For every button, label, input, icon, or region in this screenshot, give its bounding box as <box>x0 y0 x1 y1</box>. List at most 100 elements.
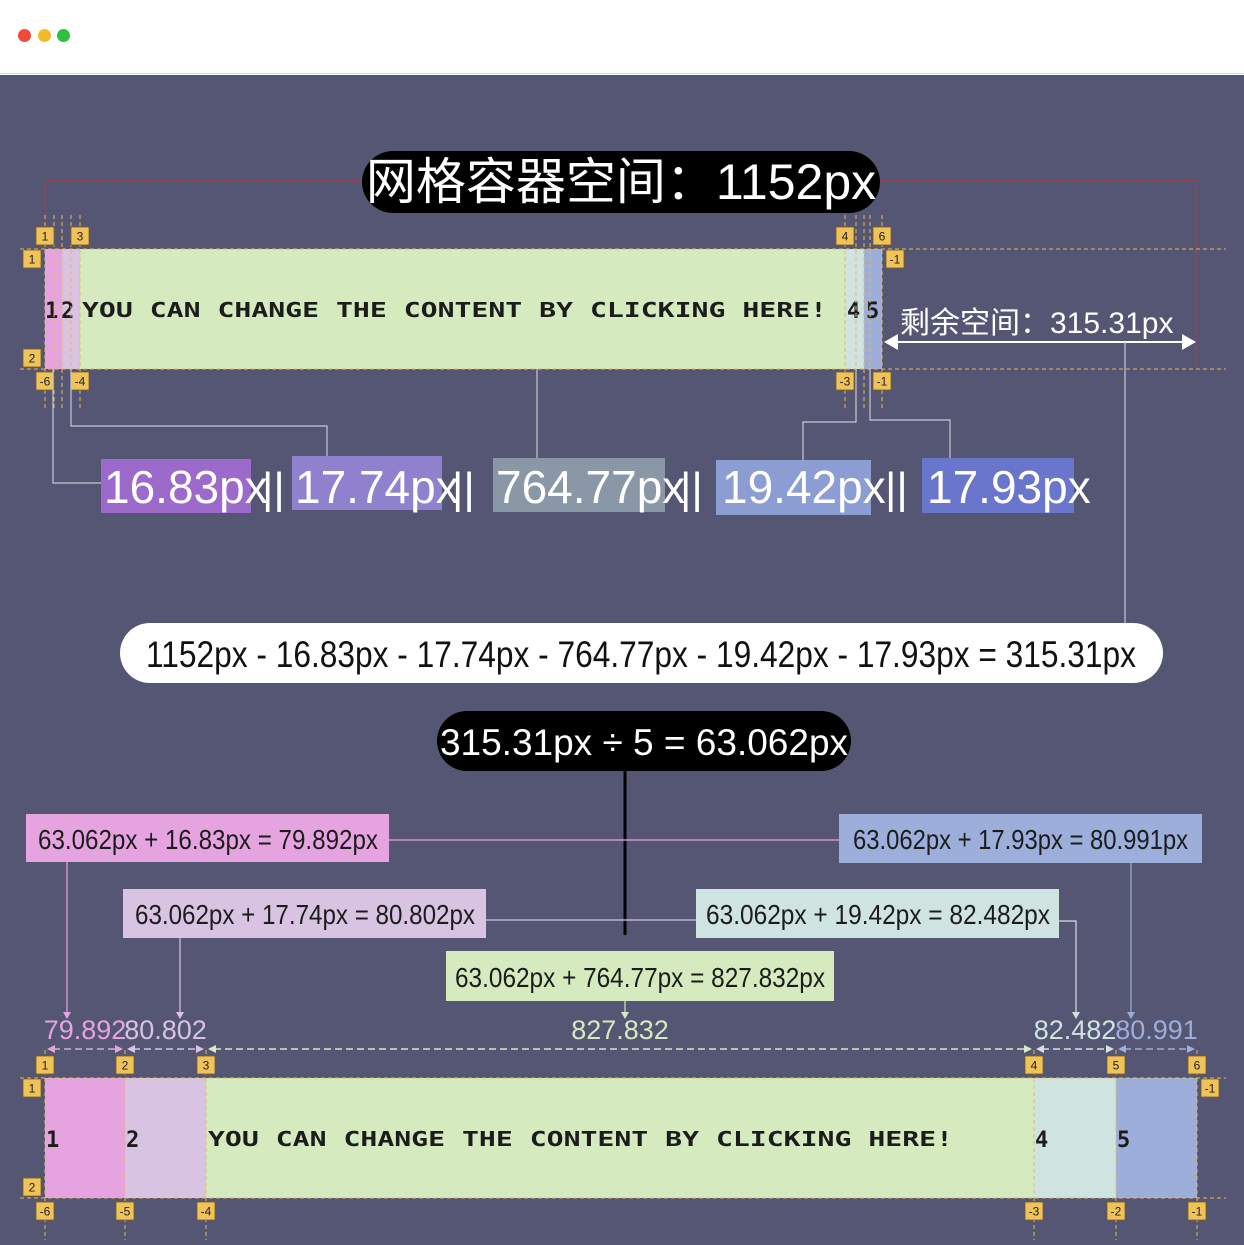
sum-label-3: 63.062px + 764.77px = 827.832px <box>455 962 825 993</box>
bottom-col-line-3: 3 <box>196 1055 216 1075</box>
bottom-col-line-neg-5: -5 <box>115 1201 135 1221</box>
svg-text:2: 2 <box>122 1059 129 1073</box>
title-text: 网格容器空间：1152px <box>366 154 876 210</box>
bottom-col-line-6: 6 <box>1187 1055 1207 1075</box>
sum-label-1: 63.062px + 16.83px = 79.892px <box>38 824 378 855</box>
top-cell-2-text: 2 <box>61 299 74 324</box>
svg-text:-3: -3 <box>840 375 851 389</box>
close-button[interactable] <box>18 29 31 42</box>
svg-text:-1: -1 <box>877 375 888 389</box>
separator-4: || <box>885 464 908 513</box>
top-cell-1-text: 1 <box>45 299 58 324</box>
width-label-5: 80.991 <box>1115 1015 1198 1045</box>
minimize-button[interactable] <box>38 29 51 42</box>
size-label-5: 17.93px <box>927 461 1091 513</box>
svg-text:3: 3 <box>77 230 84 244</box>
separator-2: || <box>452 464 475 513</box>
division-text: 315.31px ÷ 5 = 63.062px <box>440 722 849 763</box>
bottom-row-line-neg1: -1 <box>1200 1078 1220 1098</box>
svg-text:-6: -6 <box>40 1205 51 1219</box>
svg-text:-1: -1 <box>1205 1082 1216 1096</box>
bottom-grid[interactable]: 1 2 YOU CAN CHANGE THE CONTENT BY CLICKI… <box>45 1078 1197 1198</box>
separator-3: || <box>680 464 703 513</box>
svg-text:4: 4 <box>1031 1059 1038 1073</box>
svg-text:6: 6 <box>1194 1059 1201 1073</box>
svg-text:3: 3 <box>203 1059 210 1073</box>
svg-text:-3: -3 <box>1029 1205 1040 1219</box>
sum-labels: 63.062px + 16.83px = 79.892px 63.062px +… <box>26 814 1202 1001</box>
svg-text:1: 1 <box>42 230 49 244</box>
svg-text:4: 4 <box>842 230 849 244</box>
remaining-text: 剩余空间：315.31px <box>900 307 1173 340</box>
sum-label-4: 63.062px + 19.42px = 82.482px <box>706 899 1050 930</box>
bottom-cell-2-text: 2 <box>126 1128 139 1153</box>
top-row-line-2: 2 <box>22 348 42 368</box>
size-label-3: 764.77px <box>496 461 685 513</box>
top-col-line-neg-1: -1 <box>872 371 892 391</box>
bottom-col-line-neg-1: -1 <box>1187 1201 1207 1221</box>
bottom-row-line-2: 2 <box>22 1177 42 1197</box>
bottom-col-line-neg-3: -3 <box>1024 1201 1044 1221</box>
size-label-1: 16.83px <box>104 461 268 513</box>
width-dimension-1: 79.892 <box>44 1015 127 1053</box>
top-col-line-1: 1 <box>35 226 55 246</box>
top-col-line-6: 6 <box>872 226 892 246</box>
bottom-col-line-neg-6: -6 <box>35 1201 55 1221</box>
formula-text: 1152px - 16.83px - 17.74px - 764.77px - … <box>146 634 1136 675</box>
top-grid[interactable]: 1 2 YOU CAN CHANGE THE CONTENT BY CLICKI… <box>45 249 882 369</box>
bottom-col-line-4: 4 <box>1024 1055 1044 1075</box>
top-row-line-1: 1 <box>22 249 42 269</box>
svg-text:1: 1 <box>29 253 36 267</box>
width-dimension-2: 80.802 <box>124 1015 207 1053</box>
top-cell-main-text[interactable]: YOU CAN CHANGE THE CONTENT BY CLICKING H… <box>82 298 827 322</box>
top-col-line-4: 4 <box>835 226 855 246</box>
svg-text:-5: -5 <box>120 1205 131 1219</box>
maximize-button[interactable] <box>57 29 70 42</box>
top-cell-4-text: 4 <box>847 299 860 324</box>
width-label-2: 80.802 <box>124 1015 207 1045</box>
top-col-line-3: 3 <box>70 226 90 246</box>
bottom-row-line-1: 1 <box>22 1078 42 1098</box>
bottom-col-line-neg-2: -2 <box>1106 1201 1126 1221</box>
diagram-canvas: 网格容器空间：1152px 1 2 YOU CAN CHANGE THE CON… <box>0 75 1244 1245</box>
width-dimensions: 79.89280.802 827.832 82.48280.991 <box>44 1015 1198 1053</box>
svg-text:-4: -4 <box>201 1205 212 1219</box>
width-dimension-3: 827.832 <box>208 1015 1032 1053</box>
bottom-col-line-2: 2 <box>115 1055 135 1075</box>
svg-text:-6: -6 <box>40 375 51 389</box>
top-row-line-neg1: -1 <box>885 249 905 269</box>
size-label-4: 19.42px <box>722 461 886 513</box>
svg-text:2: 2 <box>29 352 36 366</box>
bottom-col-line-5: 5 <box>1106 1055 1126 1075</box>
bottom-col-line-neg-4: -4 <box>196 1201 216 1221</box>
bottom-cell-1-text: 1 <box>46 1128 59 1153</box>
top-cell-5-text: 5 <box>866 299 879 324</box>
svg-text:1: 1 <box>42 1059 49 1073</box>
svg-text:-4: -4 <box>75 375 86 389</box>
bottom-cell-5-text: 5 <box>1117 1128 1130 1153</box>
remaining-arrow-right-head <box>1182 334 1196 350</box>
width-label-4: 82.482 <box>1034 1015 1117 1045</box>
svg-text:1: 1 <box>29 1082 36 1096</box>
browser-window: 网格容器空间：1152px 1 2 YOU CAN CHANGE THE CON… <box>0 0 1244 1245</box>
svg-text:-1: -1 <box>890 253 901 267</box>
svg-text:-1: -1 <box>1192 1205 1203 1219</box>
size-labels: 16.83px || 17.74px || 764.77px || 19.42p… <box>101 456 1091 515</box>
top-col-line-neg-6: -6 <box>35 371 55 391</box>
svg-text:6: 6 <box>879 230 886 244</box>
separator-1: || <box>262 464 285 513</box>
bottom-cell-main-text[interactable]: YOU CAN CHANGE THE CONTENT BY CLICKING H… <box>208 1127 953 1151</box>
bottom-cell-4-text: 4 <box>1035 1128 1048 1153</box>
width-dimension-4: 82.482 <box>1034 1015 1117 1053</box>
title-bar <box>0 0 1244 74</box>
top-col-line-neg-3: -3 <box>835 371 855 391</box>
bottom-col-line-1: 1 <box>35 1055 55 1075</box>
svg-text:5: 5 <box>1113 1059 1120 1073</box>
width-label-1: 79.892 <box>44 1015 127 1045</box>
grid-fr-diagram: 网格容器空间：1152px 1 2 YOU CAN CHANGE THE CON… <box>20 151 1226 1240</box>
remaining-arrow-left-head <box>884 334 898 350</box>
top-col-line-neg-4: -4 <box>70 371 90 391</box>
sum-label-5: 63.062px + 17.93px = 80.991px <box>853 824 1188 855</box>
width-dimension-5: 80.991 <box>1115 1015 1198 1053</box>
width-label-3: 827.832 <box>571 1015 669 1045</box>
